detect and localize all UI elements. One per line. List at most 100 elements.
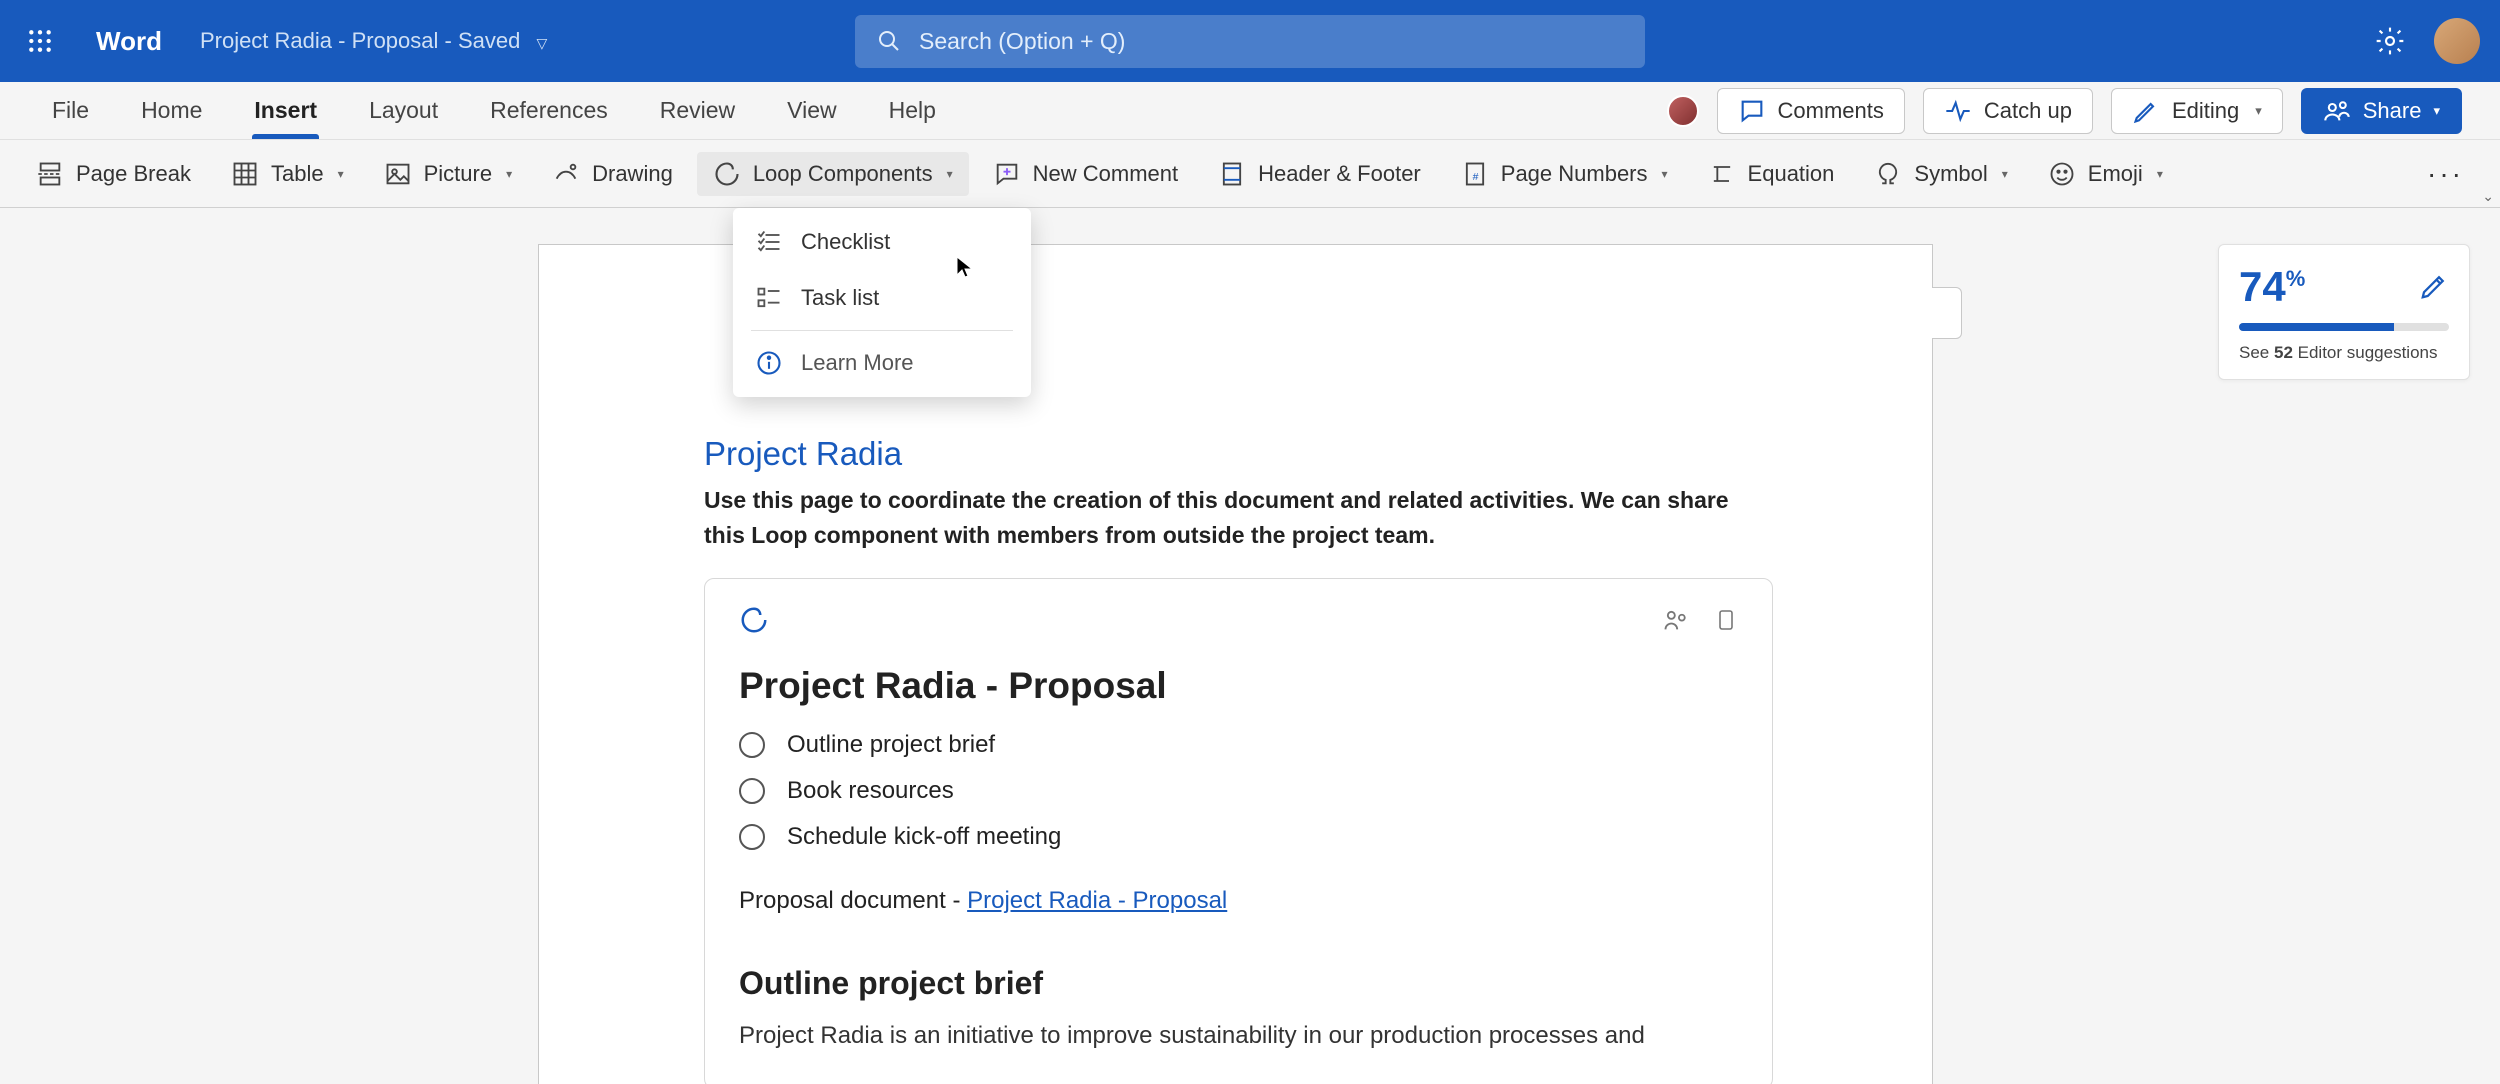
emoji-button[interactable]: Emoji ▾ <box>2032 152 2179 196</box>
app-name[interactable]: Word <box>96 26 162 57</box>
tab-view[interactable]: View <box>761 82 862 139</box>
tab-label: View <box>787 97 836 124</box>
checkbox-icon[interactable] <box>739 778 765 804</box>
editor-score-value: 74 <box>2239 263 2286 310</box>
checklist-item-label: Book resources <box>787 777 954 805</box>
loop-component[interactable]: Project Radia - Proposal Outline project… <box>704 578 1773 1084</box>
page-numbers-label: Page Numbers <box>1501 161 1648 187</box>
loop-icon <box>739 605 769 635</box>
checklist-item[interactable]: Outline project brief <box>739 731 1738 759</box>
dropdown-item-learn-more[interactable]: Learn More <box>733 335 1031 391</box>
avatar[interactable] <box>2434 18 2480 64</box>
document-heading[interactable]: Project Radia <box>704 435 1767 473</box>
tasklist-icon <box>755 284 783 312</box>
catch-up-button[interactable]: Catch up <box>1923 88 2093 134</box>
loop-section-heading[interactable]: Outline project brief <box>739 965 1738 1002</box>
editor-score-pct: % <box>2286 266 2306 291</box>
presence-avatar[interactable] <box>1667 95 1699 127</box>
search-input[interactable]: Search (Option + Q) <box>855 15 1645 68</box>
checklist-item-label: Schedule kick-off meeting <box>787 823 1061 851</box>
dropdown-item-tasklist[interactable]: Task list <box>733 270 1031 326</box>
people-icon[interactable] <box>1662 606 1690 634</box>
tab-home[interactable]: Home <box>115 82 228 139</box>
picture-button[interactable]: Picture ▾ <box>368 152 529 196</box>
share-people-icon <box>2323 97 2351 125</box>
tab-label: File <box>52 97 89 124</box>
page-numbers-button[interactable]: # Page Numbers ▾ <box>1445 152 1684 196</box>
editor-count: 52 <box>2274 343 2293 362</box>
editor-suggestions-text[interactable]: See 52 Editor suggestions <box>2239 343 2449 363</box>
tab-layout[interactable]: Layout <box>343 82 464 139</box>
page-break-label: Page Break <box>76 161 191 187</box>
tab-review[interactable]: Review <box>634 82 761 139</box>
tab-label: Layout <box>369 97 438 124</box>
editor-see: See <box>2239 343 2274 362</box>
checklist-item[interactable]: Book resources <box>739 777 1738 805</box>
search-placeholder: Search (Option + Q) <box>919 28 1125 55</box>
equation-icon <box>1708 160 1736 188</box>
picture-icon <box>384 160 412 188</box>
symbol-button[interactable]: Symbol ▾ <box>1858 152 2023 196</box>
editor-progress-bar <box>2239 323 2449 331</box>
dropdown-tasklist-label: Task list <box>801 285 879 311</box>
app-launcher[interactable] <box>20 21 60 61</box>
drawing-label: Drawing <box>592 161 673 187</box>
copy-icon[interactable] <box>1714 606 1738 634</box>
dropdown-item-checklist[interactable]: Checklist <box>733 214 1031 270</box>
pencil-icon <box>2132 97 2160 125</box>
loop-components-label: Loop Components <box>753 161 933 187</box>
chevron-down-icon: ▾ <box>506 167 512 181</box>
loop-title[interactable]: Project Radia - Proposal <box>739 665 1738 707</box>
checklist-item-label: Outline project brief <box>787 731 995 759</box>
tab-references[interactable]: References <box>464 82 634 139</box>
catch-up-label: Catch up <box>1984 98 2072 124</box>
tab-insert[interactable]: Insert <box>228 82 343 139</box>
loop-section-body[interactable]: Project Radia is an initiative to improv… <box>739 1018 1738 1054</box>
loop-components-dropdown: Checklist Task list Learn More <box>733 208 1031 397</box>
picture-label: Picture <box>424 161 492 187</box>
comments-button[interactable]: Comments <box>1717 88 1905 134</box>
editor-score: 74% <box>2239 263 2305 311</box>
loop-components-button[interactable]: Loop Components ▾ <box>697 152 969 196</box>
equation-label: Equation <box>1748 161 1835 187</box>
overflow-button[interactable]: ··· <box>2411 150 2480 198</box>
drawing-icon <box>552 160 580 188</box>
loop-link-line[interactable]: Proposal document - Project Radia - Prop… <box>739 887 1738 915</box>
comments-label: Comments <box>1778 98 1884 124</box>
chevron-down-icon: ▾ <box>2157 167 2163 181</box>
tab-label: Home <box>141 97 202 124</box>
drawing-button[interactable]: Drawing <box>536 152 689 196</box>
gear-icon[interactable] <box>2374 25 2406 57</box>
chevron-down-icon: ▾ <box>2433 103 2440 119</box>
emoji-icon <box>2048 160 2076 188</box>
document-intro[interactable]: Use this page to coordinate the creation… <box>704 483 1767 552</box>
editing-mode-button[interactable]: Editing ▾ <box>2111 88 2283 134</box>
share-button[interactable]: Share ▾ <box>2301 88 2462 134</box>
proposal-link[interactable]: Project Radia - Proposal <box>967 887 1227 914</box>
checkbox-icon[interactable] <box>739 732 765 758</box>
header-footer-button[interactable]: Header & Footer <box>1202 152 1437 196</box>
symbol-label: Symbol <box>1914 161 1987 187</box>
new-comment-button[interactable]: New Comment <box>977 152 1194 196</box>
page-numbers-icon: # <box>1461 160 1489 188</box>
svg-text:#: # <box>1472 170 1478 182</box>
ribbon-collapse-button[interactable]: ⌄ <box>2482 188 2494 205</box>
editor-score-panel[interactable]: 74% See 52 Editor suggestions <box>2218 244 2470 380</box>
tab-help[interactable]: Help <box>863 82 962 139</box>
page-break-button[interactable]: Page Break <box>20 152 207 196</box>
chevron-down-icon: ▾ <box>338 167 344 181</box>
tab-label: Insert <box>254 97 317 124</box>
document-title[interactable]: Project Radia - Proposal - Saved ▽ <box>200 28 547 54</box>
link-prefix: Proposal document - <box>739 887 967 914</box>
equation-button[interactable]: Equation <box>1692 152 1851 196</box>
tab-file[interactable]: File <box>26 82 115 139</box>
checkbox-icon[interactable] <box>739 824 765 850</box>
editor-pen-icon <box>2419 271 2449 301</box>
new-comment-label: New Comment <box>1033 161 1178 187</box>
dropdown-checklist-label: Checklist <box>801 229 890 255</box>
document-title-text: Project Radia - Proposal - Saved <box>200 28 520 53</box>
header-footer-icon <box>1218 160 1246 188</box>
checklist-item[interactable]: Schedule kick-off meeting <box>739 823 1738 851</box>
table-button[interactable]: Table ▾ <box>215 152 360 196</box>
page-handle[interactable] <box>1932 287 1962 339</box>
